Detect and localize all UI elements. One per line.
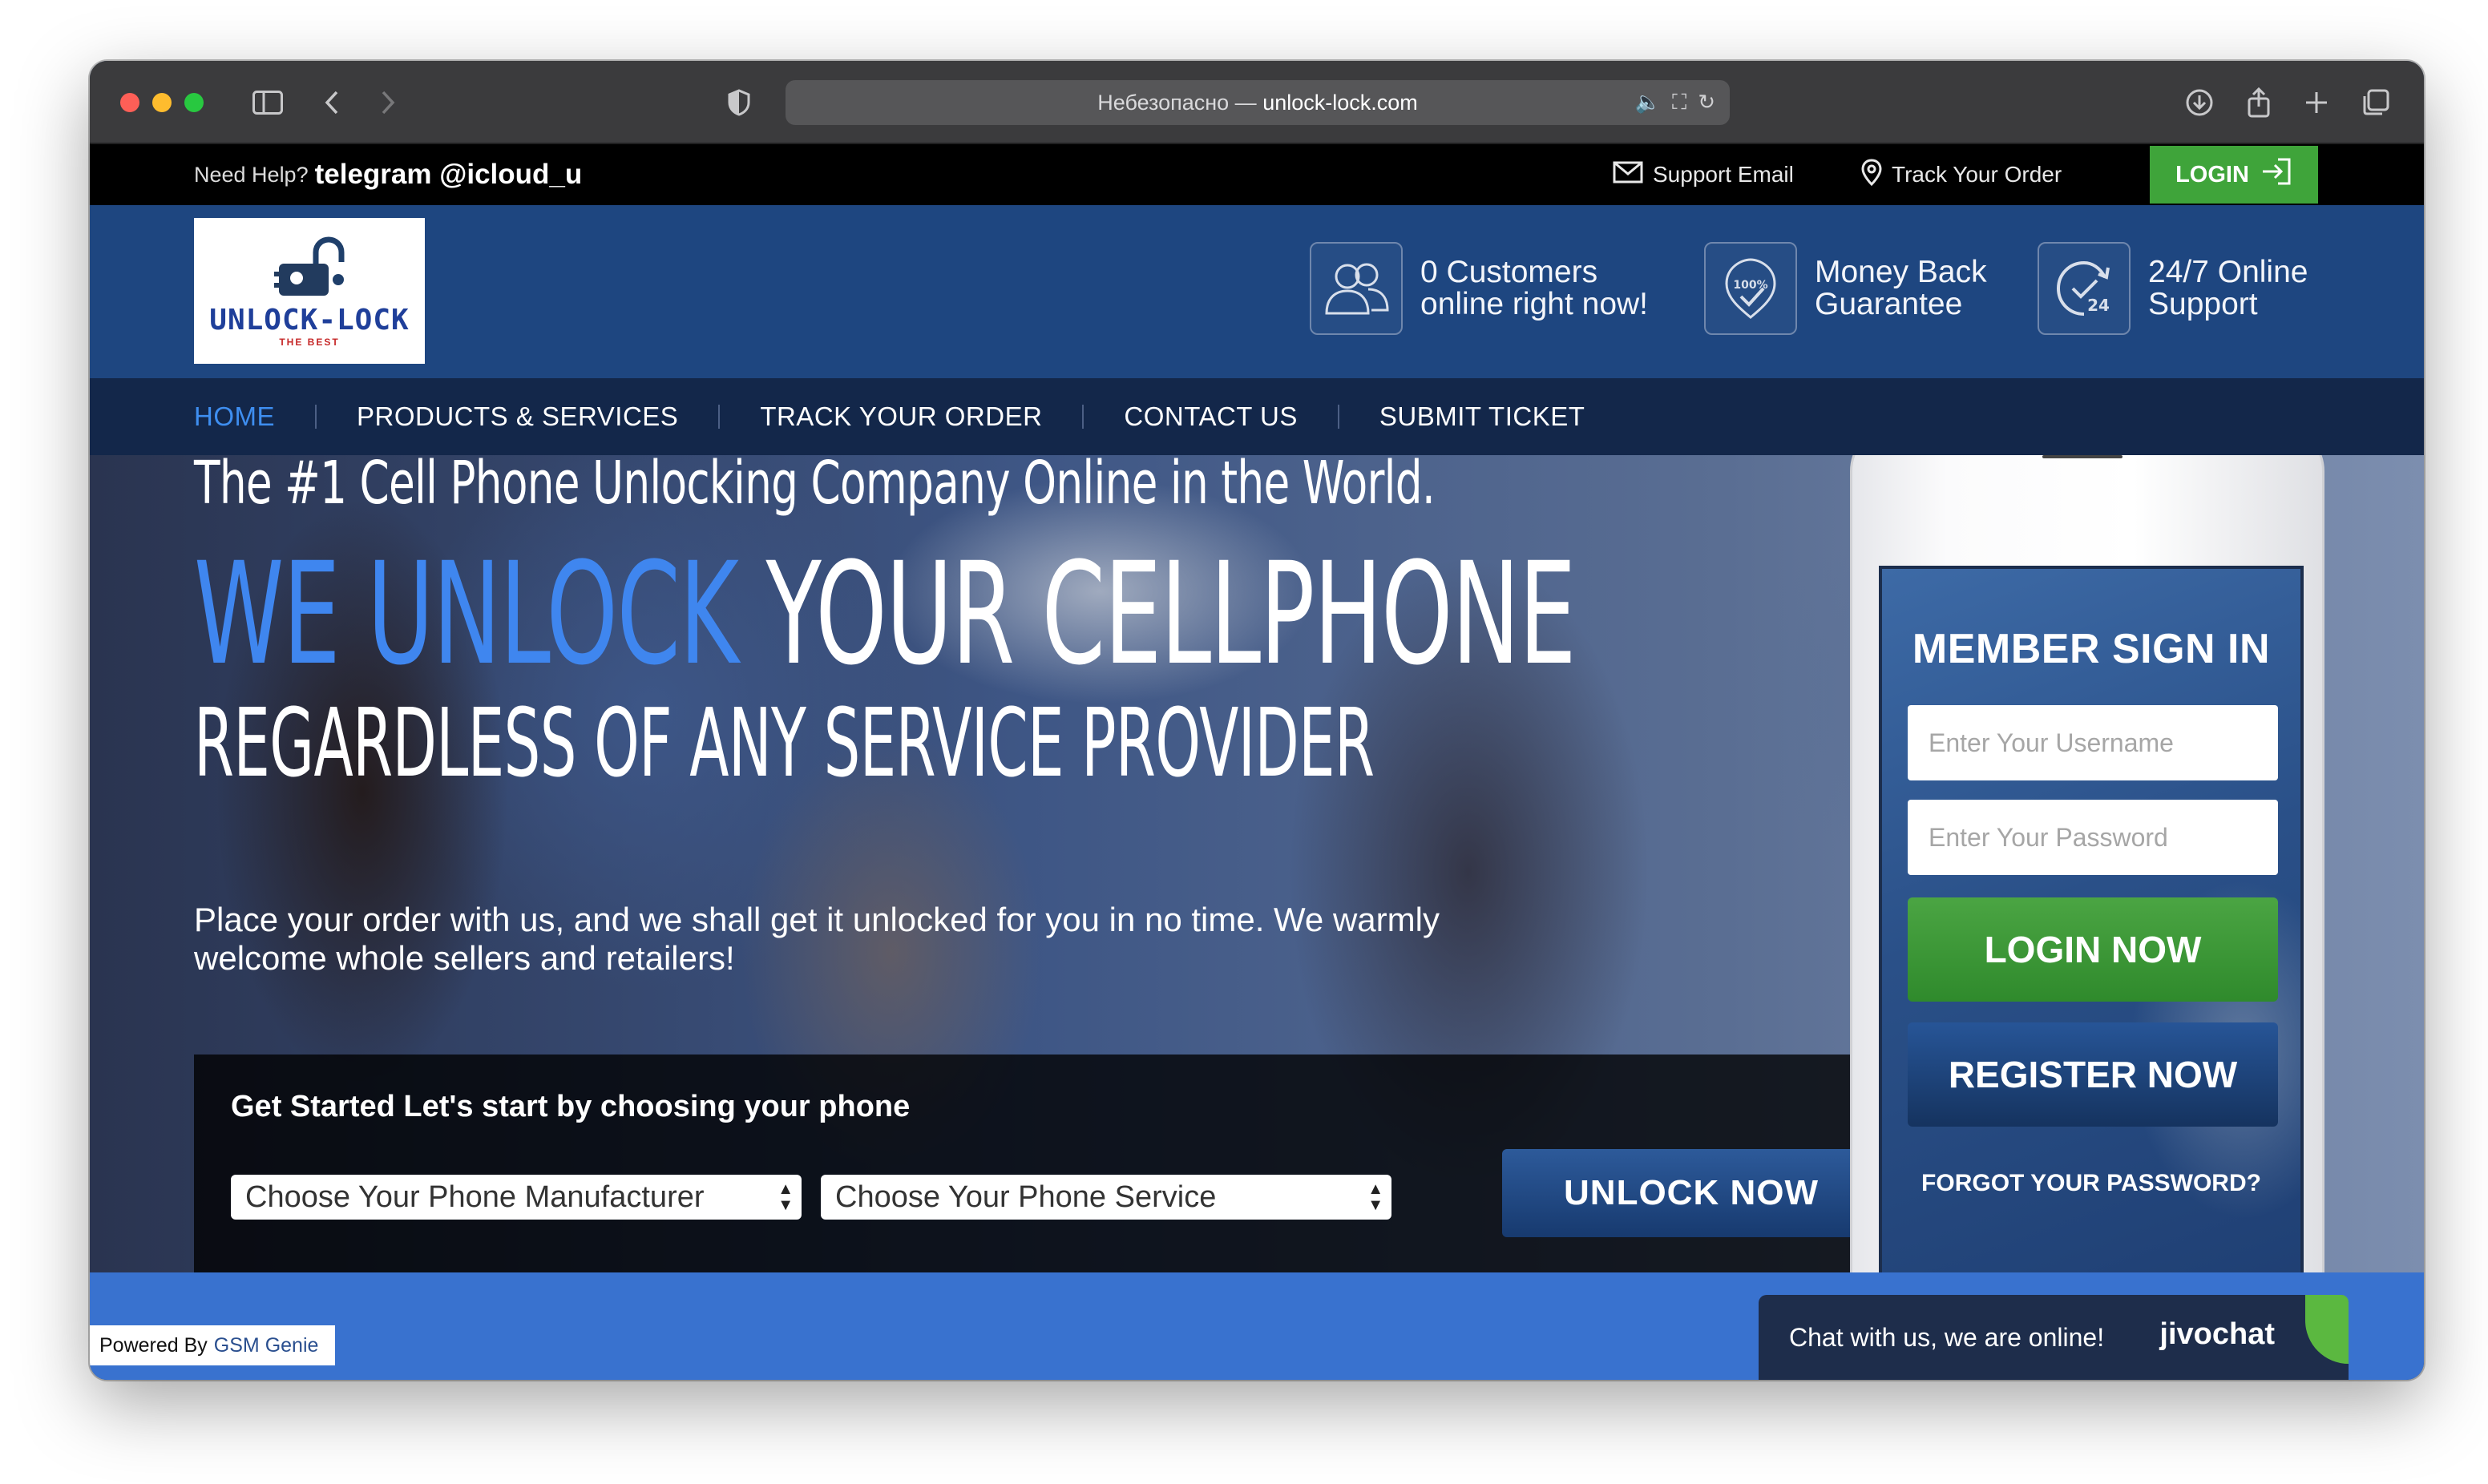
- select-arrows-icon: ▲ ▼: [778, 1180, 794, 1214]
- site-topbar: Need Help? telegram @icloud_u Support Em…: [90, 144, 2424, 205]
- help-contact: Need Help? telegram @icloud_u: [194, 144, 582, 205]
- money-back-line1: Money Back: [1815, 255, 1987, 289]
- nav-divider: [718, 405, 721, 429]
- member-signin-panel: MEMBER SIGN IN LOGIN NOW REGISTER NOW FO…: [1879, 566, 2304, 1272]
- jivochat-logo: jivochat: [2159, 1317, 2275, 1351]
- forward-icon[interactable]: [367, 82, 409, 123]
- translate-icon[interactable]: ⛶: [1672, 91, 1686, 115]
- clock-24-icon: 24: [2038, 242, 2131, 335]
- share-icon[interactable]: [2238, 82, 2280, 123]
- close-window-button[interactable]: [120, 93, 139, 112]
- customers-online-caption: online right now!: [1420, 287, 1649, 321]
- hero-tagline: The #1 Cell Phone Unlocking Company Onli…: [194, 455, 1436, 518]
- support-247-line2: Support: [2148, 287, 2258, 321]
- reload-icon[interactable]: ↻: [1698, 91, 1715, 115]
- support-email-label: Support Email: [1653, 162, 1794, 187]
- map-pin-icon: [1861, 158, 1882, 192]
- padlock-icon: [274, 236, 345, 296]
- site-header: UNLOCK-LOCK THE BEST 0 Customers online …: [90, 205, 2424, 378]
- manufacturer-select-value: Choose Your Phone Manufacturer: [245, 1180, 705, 1214]
- phone-speaker: [2042, 455, 2122, 458]
- main-nav: HOME PRODUCTS & SERVICES TRACK YOUR ORDE…: [90, 378, 2424, 455]
- hero-headline-blue: WE UNLOCK: [194, 532, 739, 696]
- svg-text:24: 24: [2087, 296, 2110, 315]
- nav-divider: [1082, 405, 1084, 429]
- audio-icon[interactable]: 🔈: [1635, 91, 1661, 115]
- privacy-shield-icon[interactable]: [718, 82, 760, 123]
- forgot-password-link[interactable]: FORGOT YOUR PASSWORD?: [1882, 1170, 2300, 1197]
- chat-widget-text: Chat with us, we are online!: [1789, 1322, 2105, 1352]
- url-security-label: Небезопасно —: [1097, 90, 1257, 115]
- new-tab-icon[interactable]: [2296, 82, 2337, 123]
- hero-headline-white: YOUR CELLPHONE: [765, 532, 1577, 696]
- track-order-label: Track Your Order: [1892, 162, 2062, 187]
- select-arrows-icon: ▲ ▼: [1367, 1180, 1383, 1214]
- zoom-window-button[interactable]: [184, 93, 204, 112]
- support-247-feature: 24 24/7 Online Support: [2038, 242, 2308, 335]
- powered-by-badge: Powered By GSM Genie: [90, 1325, 335, 1365]
- nav-contact-us[interactable]: CONTACT US: [1124, 401, 1297, 432]
- logo-tagline: THE BEST: [279, 336, 340, 348]
- picker-title: Get Started Let's start by choosing your…: [231, 1090, 911, 1123]
- back-icon[interactable]: [311, 82, 353, 123]
- register-now-button[interactable]: REGISTER NOW: [1908, 1022, 2278, 1127]
- unlock-now-button[interactable]: UNLOCK NOW: [1502, 1149, 1880, 1237]
- minimize-window-button[interactable]: [152, 93, 172, 112]
- username-input[interactable]: [1908, 705, 2278, 780]
- downloads-icon[interactable]: [2179, 82, 2220, 123]
- address-bar[interactable]: Небезопасно — unlock-lock.com 🔈 ⛶ ↻: [786, 80, 1730, 125]
- money-back-feature: 100% Money Back Guarantee: [1704, 242, 1987, 335]
- logo-wordmark: UNLOCK-LOCK: [209, 303, 410, 337]
- service-select[interactable]: Choose Your Phone Service ▲ ▼: [821, 1175, 1391, 1220]
- url-host: unlock-lock.com: [1262, 90, 1418, 115]
- nav-track-order[interactable]: TRACK YOUR ORDER: [760, 401, 1042, 432]
- gsm-genie-link[interactable]: GSM Genie: [214, 1334, 319, 1357]
- sign-in-icon: [2260, 157, 2292, 192]
- chat-widget[interactable]: Chat with us, we are online! jivochat: [1759, 1295, 2349, 1380]
- nav-divider: [315, 405, 317, 429]
- envelope-icon: [1613, 161, 1643, 189]
- manufacturer-select[interactable]: Choose Your Phone Manufacturer ▲ ▼: [231, 1175, 802, 1220]
- support-247-line1: 24/7 Online: [2148, 255, 2308, 289]
- nav-home[interactable]: HOME: [194, 401, 275, 432]
- browser-toolbar: Небезопасно — unlock-lock.com 🔈 ⛶ ↻: [90, 61, 2424, 144]
- nav-products-services[interactable]: PRODUCTS & SERVICES: [357, 401, 678, 432]
- top-login-label: LOGIN: [2175, 161, 2249, 188]
- service-select-value: Choose Your Phone Service: [835, 1180, 1217, 1214]
- site-logo[interactable]: UNLOCK-LOCK THE BEST: [194, 218, 425, 364]
- password-input[interactable]: [1908, 800, 2278, 875]
- money-back-line2: Guarantee: [1815, 287, 1963, 321]
- tab-overview-icon[interactable]: [2355, 82, 2397, 123]
- phone-picker-panel: Get Started Let's start by choosing your…: [194, 1055, 1880, 1272]
- users-icon: [1310, 242, 1403, 335]
- hero-headline: WE UNLOCK YOUR CELLPHONE: [194, 532, 1577, 696]
- customers-online-count: 0 Customers: [1420, 255, 1598, 289]
- hero-section: The #1 Cell Phone Unlocking Company Onli…: [90, 455, 2424, 1272]
- chat-leaf-icon: [2305, 1295, 2349, 1364]
- nav-submit-ticket[interactable]: SUBMIT TICKET: [1379, 401, 1585, 432]
- support-email-link[interactable]: Support Email: [1613, 144, 1794, 205]
- hero-description: Place your order with us, and we shall g…: [194, 901, 1440, 977]
- telegram-contact[interactable]: telegram @icloud_u: [315, 159, 583, 191]
- money-back-text: Money Back Guarantee: [1815, 256, 1987, 321]
- help-label: Need Help?: [194, 162, 309, 187]
- support-247-text: 24/7 Online Support: [2148, 256, 2308, 321]
- powered-by-label: Powered By: [99, 1333, 208, 1357]
- sidebar-toggle-icon[interactable]: [247, 82, 289, 123]
- top-login-button[interactable]: LOGIN: [2150, 146, 2318, 204]
- track-order-link[interactable]: Track Your Order: [1861, 144, 2062, 205]
- customers-online-text: 0 Customers online right now!: [1420, 256, 1648, 321]
- member-signin-title: MEMBER SIGN IN: [1912, 626, 2271, 672]
- login-now-button[interactable]: LOGIN NOW: [1908, 897, 2278, 1002]
- nav-divider: [1337, 405, 1339, 429]
- guarantee-badge-icon: 100%: [1704, 242, 1797, 335]
- browser-window: Небезопасно — unlock-lock.com 🔈 ⛶ ↻ Need…: [90, 61, 2424, 1380]
- customers-online-feature: 0 Customers online right now!: [1310, 242, 1648, 335]
- hero-subheadline: REGARDLESS OF ANY SERVICE PROVIDER: [194, 688, 1375, 798]
